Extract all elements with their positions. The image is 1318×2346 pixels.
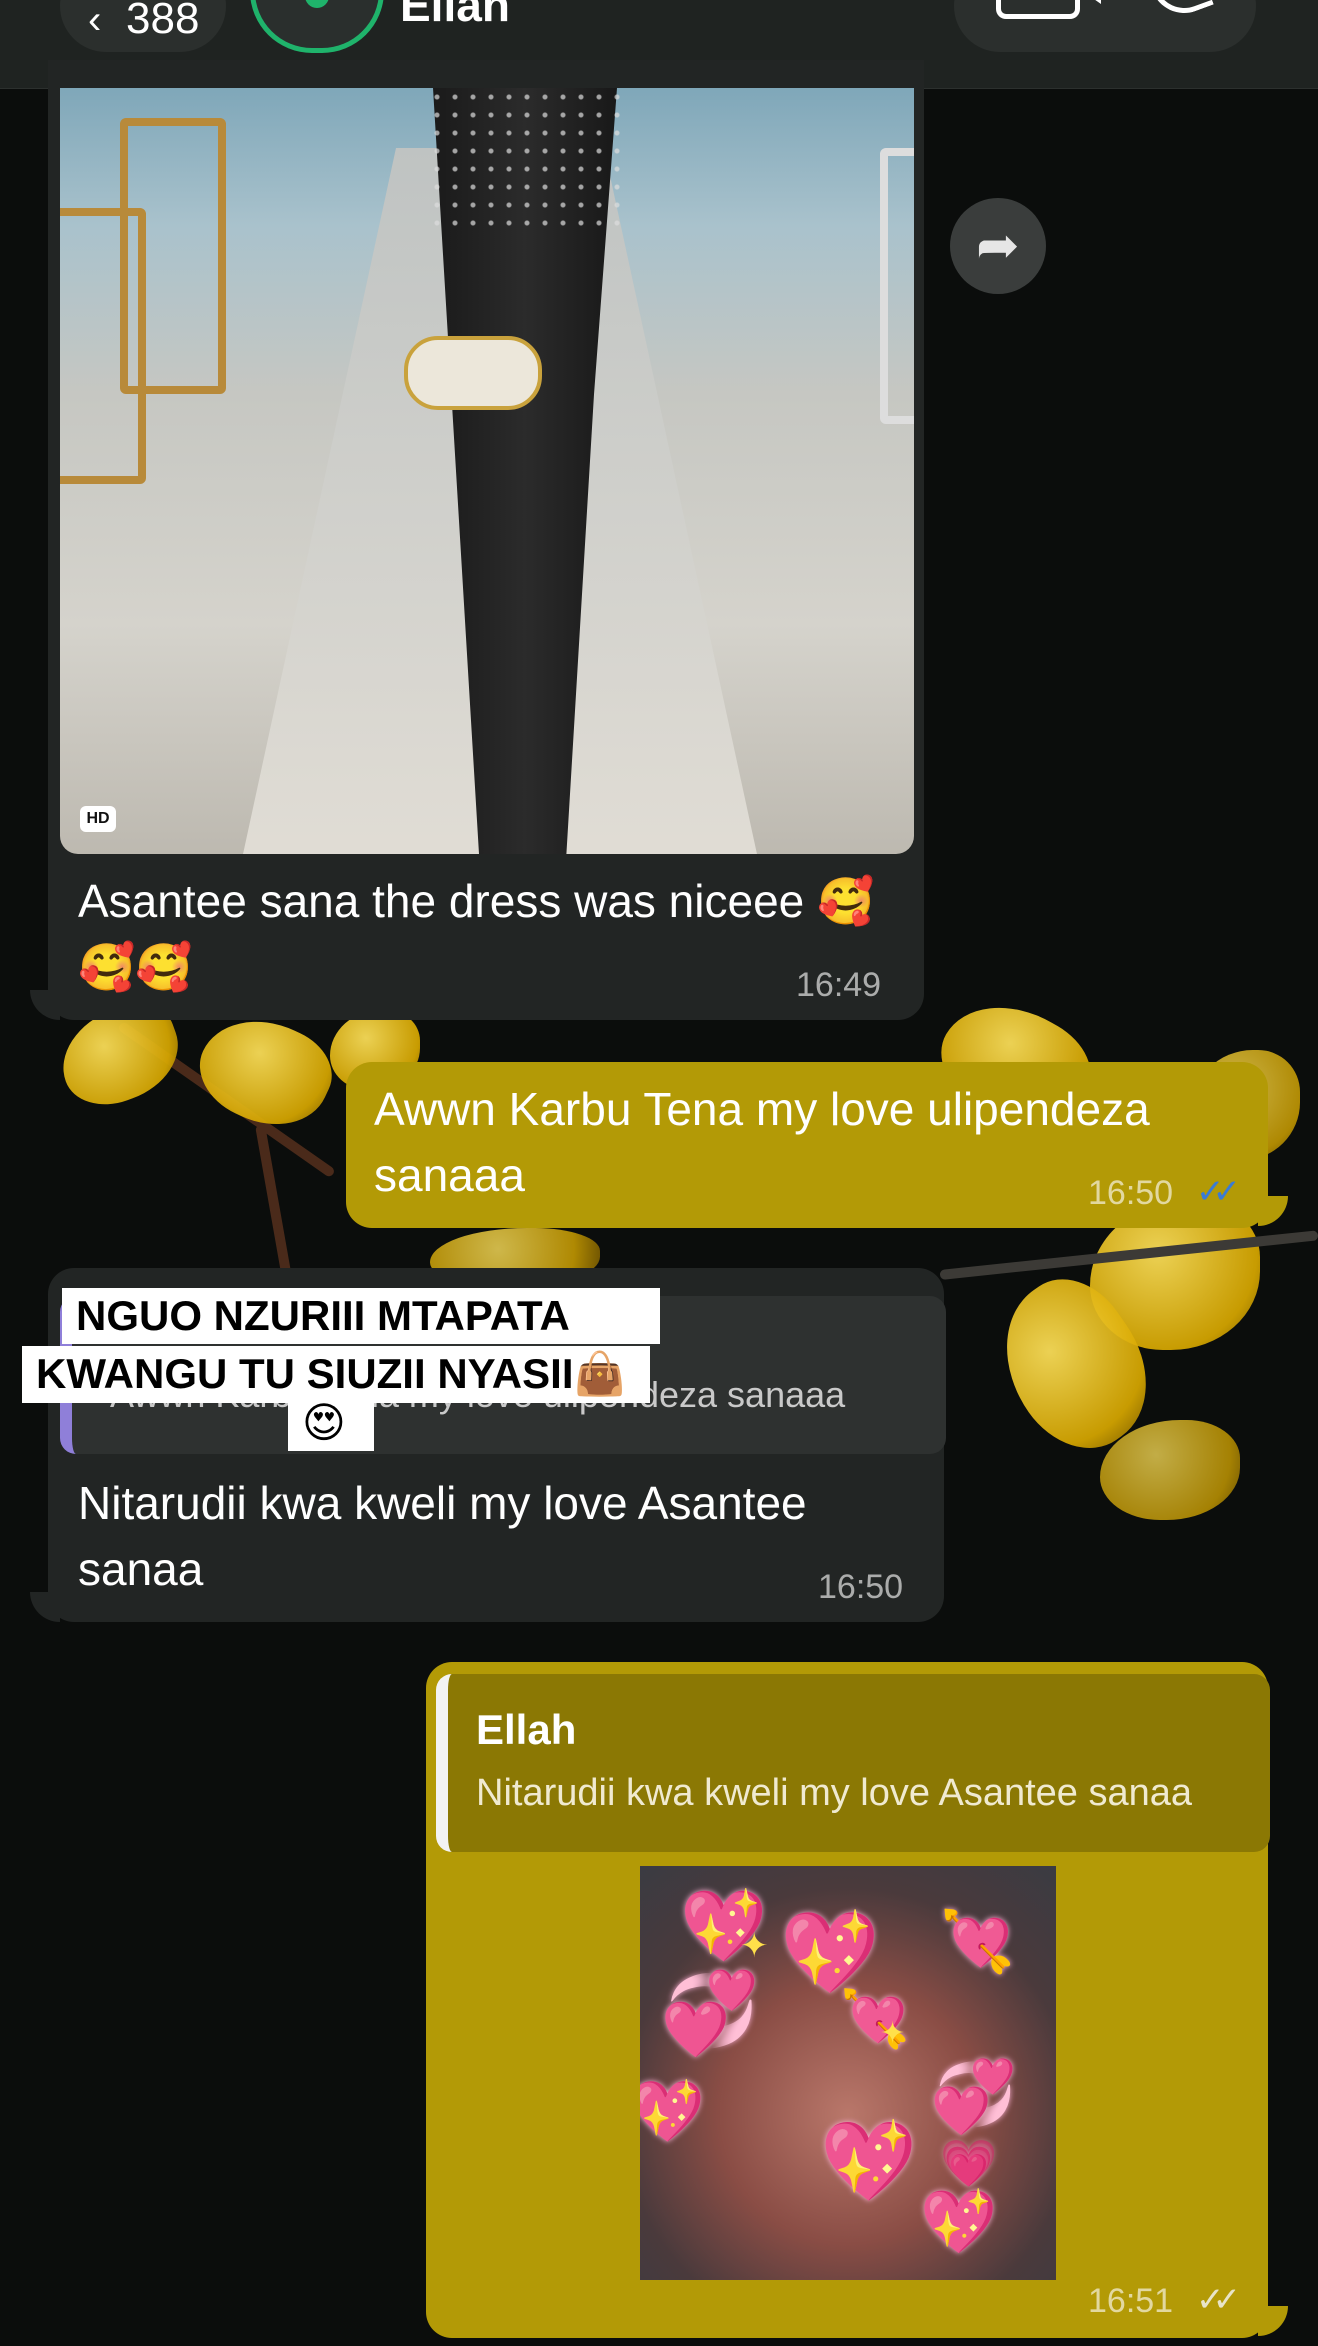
message-time: 16:51 — [1088, 2282, 1174, 2320]
quoted-text: Nitarudii kwa kweli my love Asantee sana… — [476, 1772, 1193, 1814]
read-ticks-icon: ✓✓ — [1196, 1173, 1241, 1211]
message-text: Nitarudii kwa kweli my love Asantee sana… — [78, 1477, 807, 1595]
forward-arrow-icon: ➦ — [976, 217, 1020, 275]
chevron-left-icon: ‹ — [88, 0, 102, 42]
message-text: Asantee sana the dress was niceee 🥰🥰🥰 — [78, 875, 875, 993]
unread-count: 388 — [126, 0, 200, 43]
quoted-sender: Ellah — [476, 1706, 577, 1753]
message-time: 16:49 — [796, 966, 882, 1004]
child-photo-with-hearts[interactable]: 💖 💖 💘 💞 💘 💞 💖 💗 💖 💖 ✦ ✦ — [640, 1866, 1056, 2280]
quoted-message[interactable]: Ellah Nitarudii kwa kweli my love Asante… — [436, 1674, 1270, 1852]
message-time: 16:50 — [1088, 1174, 1174, 1212]
contact-avatar[interactable] — [250, 0, 384, 53]
call-actions — [954, 0, 1256, 52]
dress-photo[interactable]: HD — [60, 88, 914, 854]
voice-call-icon[interactable] — [1147, 0, 1214, 23]
forward-button[interactable]: ➦ — [950, 198, 1046, 294]
caption-overlay-emoji: 😍 — [288, 1394, 374, 1451]
delivered-ticks-icon: ✓✓ — [1196, 2281, 1241, 2319]
message-time: 16:50 — [818, 1568, 904, 1606]
contact-name[interactable]: Ellah — [400, 0, 510, 32]
hd-badge: HD — [80, 806, 116, 832]
video-call-icon[interactable] — [996, 0, 1101, 19]
caption-overlay-line1: NGUO NZURIII MTAPATA — [62, 1288, 660, 1344]
back-button[interactable]: ‹ 388 — [60, 0, 226, 52]
